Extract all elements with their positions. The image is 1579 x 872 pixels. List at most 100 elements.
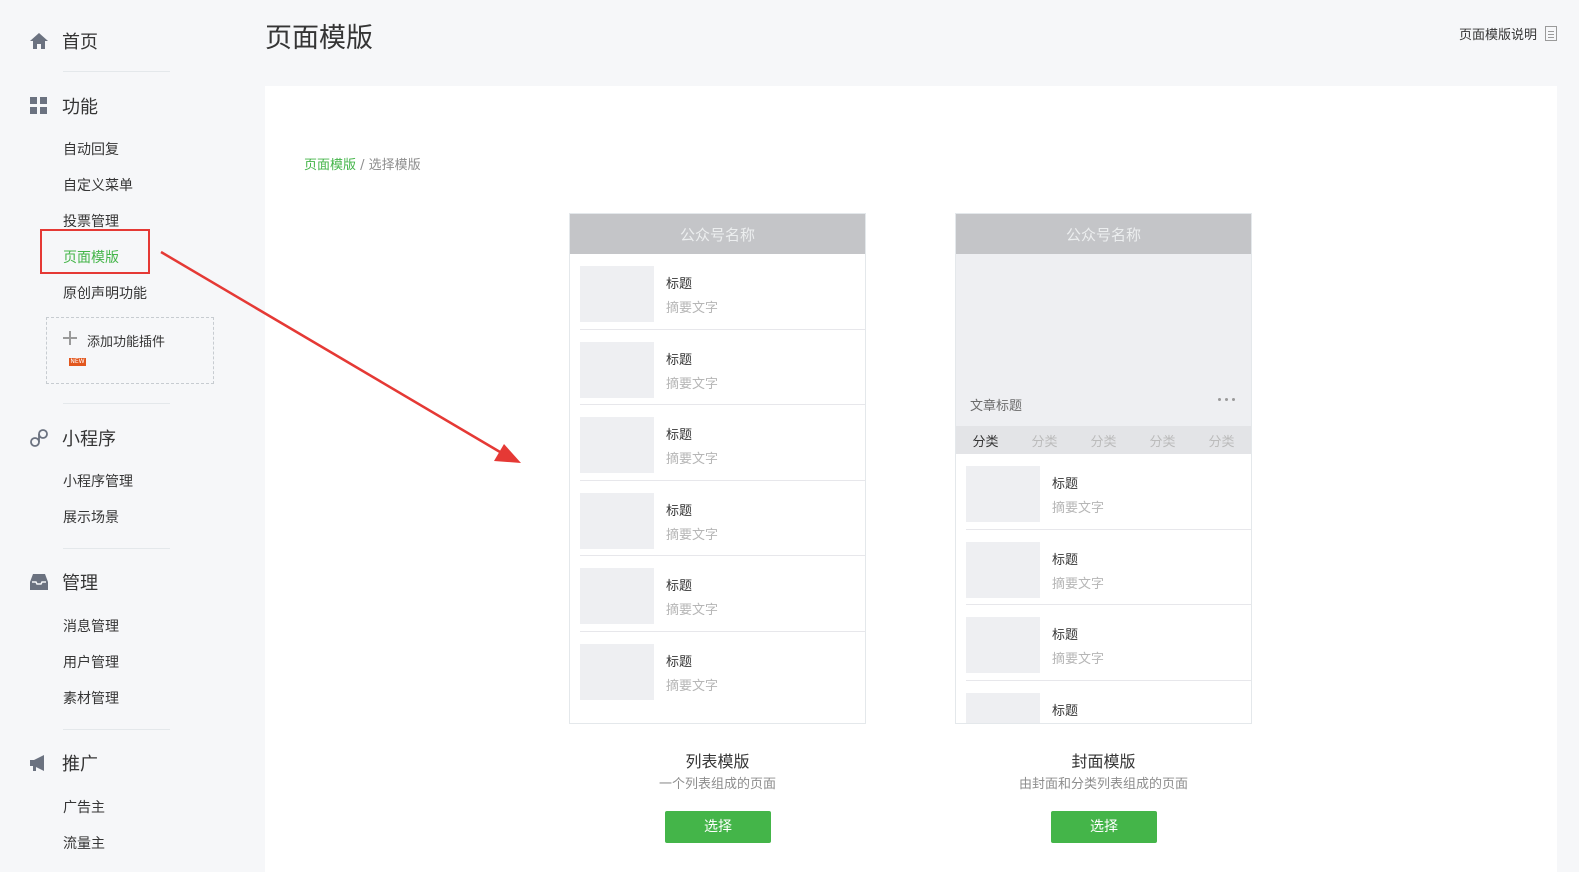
sidebar-item-messages[interactable]: 消息管理 [63,616,119,636]
list-item: 标题 摘要文字 [966,454,1251,530]
list-template-desc: 一个列表组成的页面 [658,777,776,792]
sidebar-item-vote[interactable]: 投票管理 [63,211,119,231]
nav-miniprogram[interactable]: 小程序 [28,425,116,451]
category-tab: 分类 [1208,434,1235,450]
nav-promote-label: 推广 [62,754,98,775]
nav-home-label: 首页 [62,32,98,53]
add-plugin-label: 添加功能插件 [87,335,166,350]
nav-manage-label: 管理 [62,573,98,594]
nav-function[interactable]: 功能 [28,93,98,119]
sidebar-item-custom-menu[interactable]: 自定义菜单 [63,175,133,195]
page-title: 页面模版 [265,23,373,54]
nav-function-label: 功能 [62,97,98,118]
list-item: 标题 摘要文字 [580,632,865,708]
category-tab: 分类 [972,434,999,450]
phone-title-bar: 公众号名称 [570,214,865,254]
item-summary: 摘要文字 [666,603,719,618]
thumbnail [966,541,1040,598]
list-item: 标题 摘要文字 [966,605,1251,681]
item-title: 标题 [1052,552,1079,568]
item-summary: 摘要文字 [666,301,719,316]
select-cover-template-button[interactable]: 选择 [1051,811,1157,843]
sidebar: 首页 功能 自动回复 自定义菜单 投票管理 页面模版 原创声明功能 添加功能插件… [0,0,250,872]
item-summary: 摘要文字 [666,678,719,694]
list-item: 标题 摘要文字 [966,530,1251,605]
help-link[interactable]: 页面模版说明 [1459,24,1557,43]
item-summary: 摘要文字 [666,527,719,543]
list-template-preview: 公众号名称 标题 摘要文字 标题 摘要文字 标题 摘要文字 标题 摘要文字 标题 摘要文字… [569,213,866,724]
sidebar-item-auto-reply[interactable]: 自动回复 [63,139,119,159]
breadcrumb-link[interactable]: 页面模版 [304,158,356,173]
thumbnail [580,266,654,322]
thumbnail [580,568,654,624]
list-item: 标题 摘要文字 [580,330,865,405]
item-title: 标题 [666,654,693,670]
select-list-template-button[interactable]: 选择 [665,811,771,843]
item-title: 标题 [666,503,693,519]
divider [63,729,170,730]
document-icon [1545,26,1557,41]
thumbnail [580,492,654,549]
help-link-label: 页面模版说明 [1458,28,1537,43]
plus-icon [63,331,77,345]
cover-template-desc: 由封面和分类列表组成的页面 [1018,777,1188,792]
item-title: 标题 [1052,703,1079,719]
nav-manage[interactable]: 管理 [28,569,98,595]
divider [63,548,170,549]
thumbnail [966,466,1040,522]
nav-home[interactable]: 首页 [28,28,98,54]
category-tab: 分类 [1149,434,1176,450]
home-icon [28,30,50,52]
item-summary: 摘要文字 [1052,501,1105,516]
cover-template-name: 封面模版 [1071,752,1136,771]
breadcrumb: 页面模版 / 选择模版 [304,154,421,173]
add-plugin-button[interactable]: 添加功能插件 NEW [46,317,214,384]
main-panel: 页面模版 / 选择模版 公众号名称 标题 摘要文字 标题 摘要文字 标题 摘要文字 标… [265,86,1557,872]
sidebar-item-scenes[interactable]: 展示场景 [63,507,119,527]
breadcrumb-current: 选择模版 [368,158,421,173]
sidebar-item-advertiser[interactable]: 广告主 [63,797,105,817]
annotation-highlight-box [40,229,150,274]
megaphone-icon [28,752,50,774]
sidebar-item-miniprogram-manage[interactable]: 小程序管理 [63,471,133,491]
item-title: 标题 [666,352,693,368]
grid-icon [28,95,50,117]
sidebar-item-users[interactable]: 用户管理 [63,652,119,672]
sidebar-item-publisher[interactable]: 流量主 [63,833,105,853]
list-item: 标题 摘要文字 [580,405,865,481]
cover-template-preview: 公众号名称 文章标题 分类 分类 分类 分类 分类 标题 摘要文字 标题 摘要文字 … [955,213,1252,724]
category-tab: 分类 [1090,434,1117,450]
cover-image: 文章标题 [956,254,1251,426]
category-tab: 分类 [1031,434,1058,450]
more-icon [1218,398,1235,401]
item-summary: 摘要文字 [666,452,719,467]
list-item: 标题 摘要文字 [580,481,865,556]
list-item: 标题 摘要文字 [580,254,865,330]
link-icon [28,427,50,449]
thumbnail [580,341,654,398]
item-title: 标题 [666,277,693,292]
breadcrumb-separator: / [356,158,369,173]
nav-miniprogram-label: 小程序 [62,429,116,450]
item-title: 标题 [1052,628,1079,643]
thumbnail [580,643,654,700]
phone-title-bar: 公众号名称 [956,214,1251,254]
thumbnail [966,692,1040,723]
inbox-icon [28,571,50,593]
thumbnail [966,617,1040,673]
divider [63,403,170,404]
sidebar-item-original[interactable]: 原创声明功能 [63,283,147,303]
category-bar: 分类 分类 分类 分类 分类 [956,426,1251,454]
divider [63,71,170,72]
list-item: 标题 摘要文字 [580,556,865,632]
item-summary: 摘要文字 [1052,652,1105,667]
item-summary: 摘要文字 [1052,576,1105,592]
thumbnail [580,417,654,473]
item-summary: 摘要文字 [666,376,719,392]
nav-promote[interactable]: 推广 [28,750,98,776]
list-template-name: 列表模版 [685,752,750,771]
item-title: 标题 [1052,477,1079,492]
item-title: 标题 [666,579,693,594]
cover-title: 文章标题 [970,399,1023,414]
sidebar-item-materials[interactable]: 素材管理 [63,688,119,708]
